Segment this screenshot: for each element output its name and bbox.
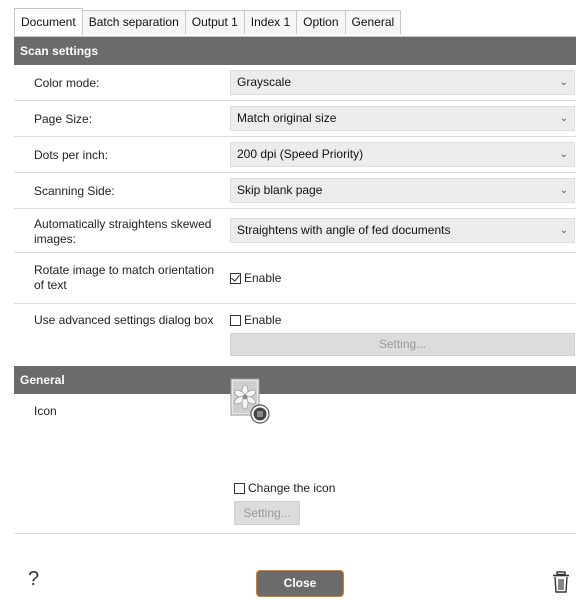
tab-batch-separation[interactable]: Batch separation — [82, 10, 186, 34]
page-size-dropdown[interactable]: Match original size ⌄ — [230, 106, 575, 131]
change-icon-label: Change the icon — [248, 481, 336, 495]
page-size-label: Page Size: — [34, 112, 93, 126]
scanning-side-value: Skip blank page — [237, 183, 323, 197]
advanced-enable-checkbox[interactable]: Enable — [230, 313, 281, 327]
straighten-value: Straightens with angle of fed documents — [237, 223, 451, 237]
scanning-side-dropdown[interactable]: Skip blank page ⌄ — [230, 178, 575, 203]
document-scan-icon — [230, 378, 270, 424]
icon-setting-button[interactable]: Setting... — [234, 501, 300, 525]
rotate-label: Rotate image to match orientation of tex… — [34, 263, 215, 292]
close-button[interactable]: Close — [256, 570, 344, 597]
advanced-enable-label: Enable — [244, 313, 282, 327]
checkbox-unchecked-icon[interactable] — [230, 314, 241, 326]
scan-settings-header: Scan settings — [14, 37, 576, 65]
checkbox-unchecked-icon[interactable] — [234, 482, 245, 494]
color-mode-value: Grayscale — [237, 75, 292, 89]
help-icon[interactable]: ? — [28, 568, 39, 591]
tab-bar: Document Batch separation Output 1 Index… — [14, 8, 402, 35]
advanced-label: Use advanced settings dialog box — [34, 313, 214, 327]
straighten-dropdown[interactable]: Straightens with angle of fed documents … — [230, 218, 575, 243]
dpi-row: Dots per inch: 200 dpi (Speed Priority) … — [14, 137, 576, 173]
change-icon-checkbox[interactable]: Change the icon — [234, 481, 335, 495]
color-mode-label: Color mode: — [34, 76, 100, 90]
icon-label: Icon — [34, 404, 57, 418]
tab-option[interactable]: Option — [297, 10, 346, 34]
scanning-side-label: Scanning Side: — [34, 184, 115, 198]
tab-output-1[interactable]: Output 1 — [185, 10, 245, 34]
dpi-label: Dots per inch: — [34, 148, 109, 162]
tab-index-1[interactable]: Index 1 — [244, 10, 298, 34]
chevron-down-icon: ⌄ — [559, 225, 568, 236]
chevron-down-icon: ⌄ — [559, 77, 568, 88]
tab-general[interactable]: General — [345, 10, 402, 34]
settings-panel: Scan settings Color mode: Grayscale ⌄ Pa… — [14, 36, 576, 534]
color-mode-row: Color mode: Grayscale ⌄ — [14, 65, 576, 101]
chevron-down-icon: ⌄ — [559, 113, 568, 124]
advanced-row: Use advanced settings dialog box Enable … — [14, 304, 576, 366]
tab-document[interactable]: Document — [14, 8, 83, 35]
general-header: General — [14, 366, 576, 394]
advanced-setting-button[interactable]: Setting... — [230, 333, 575, 356]
trash-icon[interactable] — [552, 571, 570, 593]
dpi-value: 200 dpi (Speed Priority) — [237, 147, 364, 161]
checkbox-checked-icon[interactable] — [230, 272, 241, 284]
dpi-dropdown[interactable]: 200 dpi (Speed Priority) ⌄ — [230, 142, 575, 167]
rotate-row: Rotate image to match orientation of tex… — [14, 253, 576, 304]
chevron-down-icon: ⌄ — [559, 149, 568, 160]
straighten-row: Automatically straightens skewed images:… — [14, 209, 576, 253]
color-mode-dropdown[interactable]: Grayscale ⌄ — [230, 70, 575, 95]
scanning-side-row: Scanning Side: Skip blank page ⌄ — [14, 173, 576, 209]
straighten-label: Automatically straightens skewed images: — [34, 217, 212, 246]
page-size-row: Page Size: Match original size ⌄ — [14, 101, 576, 137]
chevron-down-icon: ⌄ — [559, 185, 568, 196]
rotate-enable-label: Enable — [244, 271, 282, 285]
page-size-value: Match original size — [237, 111, 337, 125]
rotate-enable-checkbox[interactable]: Enable — [230, 271, 281, 285]
